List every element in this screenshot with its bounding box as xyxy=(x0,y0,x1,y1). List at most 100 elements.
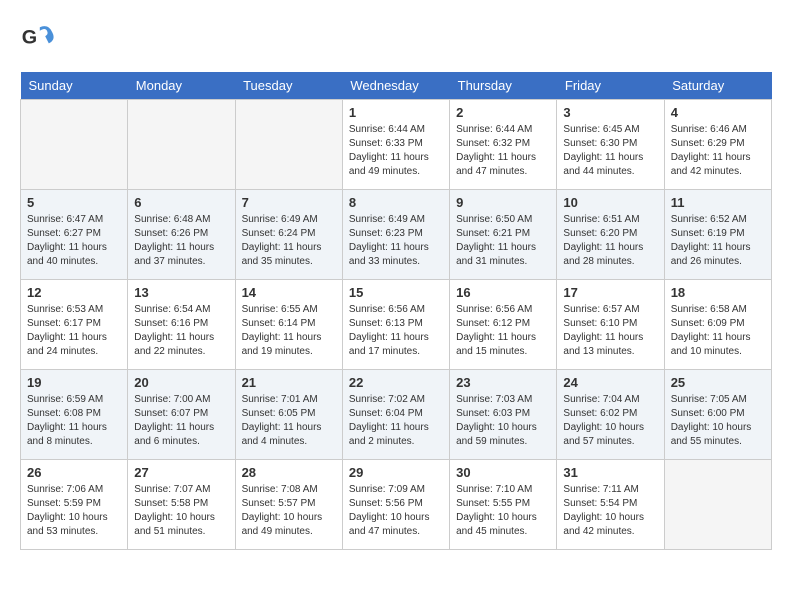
day-cell: 8 Sunrise: 6:49 AM Sunset: 6:23 PM Daylig… xyxy=(342,190,449,280)
day-number: 3 xyxy=(563,105,657,120)
day-number: 11 xyxy=(671,195,765,210)
day-info: Sunrise: 7:07 AM Sunset: 5:58 PM Dayligh… xyxy=(134,483,228,539)
day-cell xyxy=(21,100,128,190)
header-sunday: Sunday xyxy=(21,72,128,100)
day-cell xyxy=(235,100,342,190)
day-cell: 10 Sunrise: 6:51 AM Sunset: 6:20 PM Dayli… xyxy=(557,190,664,280)
day-info: Sunrise: 6:48 AM Sunset: 6:26 PM Dayligh… xyxy=(134,213,228,269)
header-friday: Friday xyxy=(557,72,664,100)
day-cell: 20 Sunrise: 7:00 AM Sunset: 6:07 PM Dayli… xyxy=(128,370,235,460)
day-number: 1 xyxy=(349,105,443,120)
day-cell: 15 Sunrise: 6:56 AM Sunset: 6:13 PM Dayli… xyxy=(342,280,449,370)
day-cell: 29 Sunrise: 7:09 AM Sunset: 5:56 PM Dayli… xyxy=(342,460,449,550)
day-number: 14 xyxy=(242,285,336,300)
day-cell: 1 Sunrise: 6:44 AM Sunset: 6:33 PM Daylig… xyxy=(342,100,449,190)
day-info: Sunrise: 7:09 AM Sunset: 5:56 PM Dayligh… xyxy=(349,483,443,539)
day-info: Sunrise: 6:49 AM Sunset: 6:23 PM Dayligh… xyxy=(349,213,443,269)
day-number: 5 xyxy=(27,195,121,210)
day-info: Sunrise: 7:10 AM Sunset: 5:55 PM Dayligh… xyxy=(456,483,550,539)
day-cell: 16 Sunrise: 6:56 AM Sunset: 6:12 PM Dayli… xyxy=(450,280,557,370)
day-info: Sunrise: 6:46 AM Sunset: 6:29 PM Dayligh… xyxy=(671,123,765,179)
day-info: Sunrise: 6:54 AM Sunset: 6:16 PM Dayligh… xyxy=(134,303,228,359)
day-info: Sunrise: 7:03 AM Sunset: 6:03 PM Dayligh… xyxy=(456,393,550,449)
week-row-4: 19Sunrise: 6:59 AM Sunset: 6:08 PM Dayli… xyxy=(21,370,772,460)
header-tuesday: Tuesday xyxy=(235,72,342,100)
day-number: 13 xyxy=(134,285,228,300)
header-monday: Monday xyxy=(128,72,235,100)
header-row: SundayMondayTuesdayWednesdayThursdayFrid… xyxy=(21,72,772,100)
day-info: Sunrise: 6:52 AM Sunset: 6:19 PM Dayligh… xyxy=(671,213,765,269)
day-cell: 18Sunrise: 6:58 AM Sunset: 6:09 PM Dayli… xyxy=(664,280,771,370)
day-number: 9 xyxy=(456,195,550,210)
day-cell: 30Sunrise: 7:10 AM Sunset: 5:55 PM Dayli… xyxy=(450,460,557,550)
day-info: Sunrise: 6:50 AM Sunset: 6:21 PM Dayligh… xyxy=(456,213,550,269)
day-cell: 3 Sunrise: 6:45 AM Sunset: 6:30 PM Daylig… xyxy=(557,100,664,190)
day-info: Sunrise: 7:02 AM Sunset: 6:04 PM Dayligh… xyxy=(349,393,443,449)
day-info: Sunrise: 7:04 AM Sunset: 6:02 PM Dayligh… xyxy=(563,393,657,449)
day-cell: 31 Sunrise: 7:11 AM Sunset: 5:54 PM Dayli… xyxy=(557,460,664,550)
day-info: Sunrise: 6:53 AM Sunset: 6:17 PM Dayligh… xyxy=(27,303,121,359)
day-number: 27 xyxy=(134,465,228,480)
day-number: 25 xyxy=(671,375,765,390)
day-info: Sunrise: 7:11 AM Sunset: 5:54 PM Dayligh… xyxy=(563,483,657,539)
day-info: Sunrise: 7:05 AM Sunset: 6:00 PM Dayligh… xyxy=(671,393,765,449)
day-number: 15 xyxy=(349,285,443,300)
day-number: 19 xyxy=(27,375,121,390)
day-number: 4 xyxy=(671,105,765,120)
day-info: Sunrise: 6:51 AM Sunset: 6:20 PM Dayligh… xyxy=(563,213,657,269)
day-cell: 26 Sunrise: 7:06 AM Sunset: 5:59 PM Dayli… xyxy=(21,460,128,550)
day-cell: 13 Sunrise: 6:54 AM Sunset: 6:16 PM Dayli… xyxy=(128,280,235,370)
day-number: 2 xyxy=(456,105,550,120)
day-number: 24 xyxy=(563,375,657,390)
day-info: Sunrise: 6:44 AM Sunset: 6:32 PM Dayligh… xyxy=(456,123,550,179)
day-number: 8 xyxy=(349,195,443,210)
day-info: Sunrise: 7:06 AM Sunset: 5:59 PM Dayligh… xyxy=(27,483,121,539)
day-number: 6 xyxy=(134,195,228,210)
day-info: Sunrise: 6:56 AM Sunset: 6:13 PM Dayligh… xyxy=(349,303,443,359)
day-info: Sunrise: 6:45 AM Sunset: 6:30 PM Dayligh… xyxy=(563,123,657,179)
day-info: Sunrise: 6:57 AM Sunset: 6:10 PM Dayligh… xyxy=(563,303,657,359)
day-info: Sunrise: 6:56 AM Sunset: 6:12 PM Dayligh… xyxy=(456,303,550,359)
week-row-2: 5Sunrise: 6:47 AM Sunset: 6:27 PM Daylig… xyxy=(21,190,772,280)
day-cell: 12 Sunrise: 6:53 AM Sunset: 6:17 PM Dayli… xyxy=(21,280,128,370)
day-cell: 6 Sunrise: 6:48 AM Sunset: 6:26 PM Daylig… xyxy=(128,190,235,280)
logo-icon: G xyxy=(20,20,56,56)
day-number: 10 xyxy=(563,195,657,210)
day-info: Sunrise: 6:55 AM Sunset: 6:14 PM Dayligh… xyxy=(242,303,336,359)
day-cell: 5Sunrise: 6:47 AM Sunset: 6:27 PM Daylig… xyxy=(21,190,128,280)
week-row-5: 26 Sunrise: 7:06 AM Sunset: 5:59 PM Dayli… xyxy=(21,460,772,550)
day-number: 7 xyxy=(242,195,336,210)
header-saturday: Saturday xyxy=(664,72,771,100)
day-number: 17 xyxy=(563,285,657,300)
day-number: 20 xyxy=(134,375,228,390)
week-row-1: 1 Sunrise: 6:44 AM Sunset: 6:33 PM Daylig… xyxy=(21,100,772,190)
logo: G xyxy=(20,20,60,56)
day-cell: 14 Sunrise: 6:55 AM Sunset: 6:14 PM Dayli… xyxy=(235,280,342,370)
header-wednesday: Wednesday xyxy=(342,72,449,100)
day-number: 29 xyxy=(349,465,443,480)
day-info: Sunrise: 6:44 AM Sunset: 6:33 PM Dayligh… xyxy=(349,123,443,179)
day-cell: 21 Sunrise: 7:01 AM Sunset: 6:05 PM Dayli… xyxy=(235,370,342,460)
day-cell: 2 Sunrise: 6:44 AM Sunset: 6:32 PM Daylig… xyxy=(450,100,557,190)
day-cell: 19Sunrise: 6:59 AM Sunset: 6:08 PM Dayli… xyxy=(21,370,128,460)
day-cell: 9 Sunrise: 6:50 AM Sunset: 6:21 PM Daylig… xyxy=(450,190,557,280)
day-info: Sunrise: 7:00 AM Sunset: 6:07 PM Dayligh… xyxy=(134,393,228,449)
day-info: Sunrise: 6:58 AM Sunset: 6:09 PM Dayligh… xyxy=(671,303,765,359)
day-info: Sunrise: 7:01 AM Sunset: 6:05 PM Dayligh… xyxy=(242,393,336,449)
day-info: Sunrise: 6:49 AM Sunset: 6:24 PM Dayligh… xyxy=(242,213,336,269)
calendar-table: SundayMondayTuesdayWednesdayThursdayFrid… xyxy=(20,72,772,550)
header-thursday: Thursday xyxy=(450,72,557,100)
day-number: 12 xyxy=(27,285,121,300)
day-number: 26 xyxy=(27,465,121,480)
day-cell xyxy=(664,460,771,550)
day-number: 31 xyxy=(563,465,657,480)
day-cell: 27 Sunrise: 7:07 AM Sunset: 5:58 PM Dayli… xyxy=(128,460,235,550)
day-cell: 4 Sunrise: 6:46 AM Sunset: 6:29 PM Daylig… xyxy=(664,100,771,190)
day-number: 22 xyxy=(349,375,443,390)
day-number: 16 xyxy=(456,285,550,300)
day-number: 23 xyxy=(456,375,550,390)
day-cell: 22 Sunrise: 7:02 AM Sunset: 6:04 PM Dayli… xyxy=(342,370,449,460)
day-number: 21 xyxy=(242,375,336,390)
page-header: G xyxy=(20,20,772,56)
week-row-3: 12 Sunrise: 6:53 AM Sunset: 6:17 PM Dayli… xyxy=(21,280,772,370)
